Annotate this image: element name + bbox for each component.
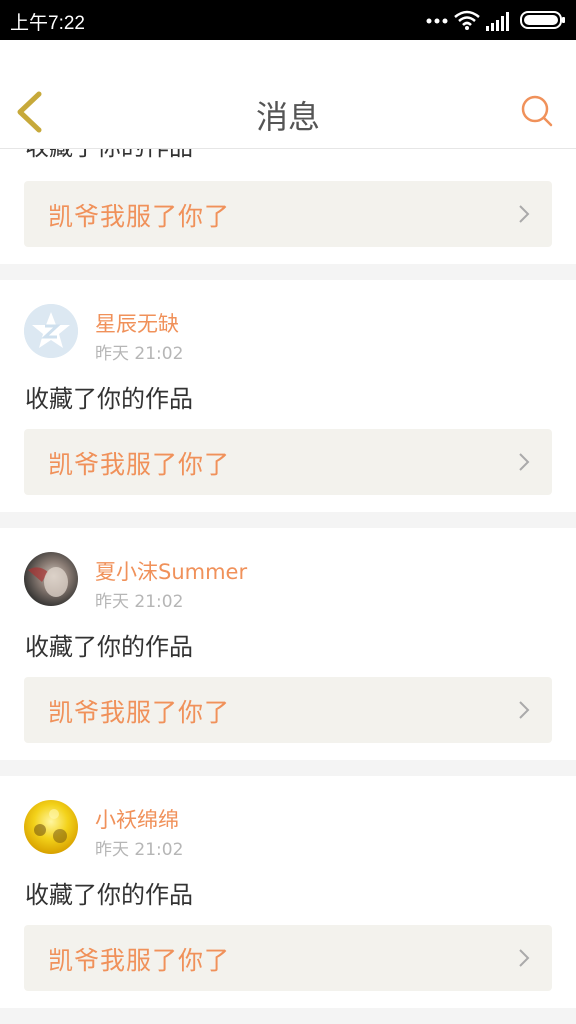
username[interactable]: 夏小沫Summer [95, 556, 247, 586]
work-title: 凯爷我服了你了 [48, 202, 231, 231]
timestamp: 昨天 21:02 [95, 592, 184, 612]
status-bar: 上午7:22 [0, 0, 576, 40]
battery-icon [520, 11, 565, 29]
work-link[interactable]: 凯爷我服了你了 [24, 677, 552, 743]
work-link[interactable]: 凯爷我服了你了 [24, 429, 552, 495]
chevron-right-icon [519, 453, 530, 471]
signal-icon [486, 12, 509, 31]
work-title: 凯爷我服了你了 [48, 698, 231, 727]
message-card: 小袄绵绵 昨天 21:02 收藏了你的作品 凯爷我服了你了 [0, 776, 576, 1008]
avatar[interactable] [24, 552, 78, 606]
sunflower-avatar-icon [34, 809, 67, 843]
username[interactable]: 星辰无缺 [95, 308, 179, 338]
chevron-right-icon [519, 701, 530, 719]
work-link[interactable]: 凯爷我服了你了 [24, 925, 552, 991]
avatar-photo-icon [28, 567, 68, 597]
work-title: 凯爷我服了你了 [48, 450, 231, 479]
message-action: 收藏了你的作品 [25, 881, 193, 909]
message-action: 收藏了你的作品 [25, 385, 193, 413]
timestamp: 昨天 21:02 [95, 344, 184, 364]
timestamp: 昨天 21:02 [95, 840, 184, 860]
work-link[interactable]: 凯爷我服了你了 [24, 181, 552, 247]
chevron-right-icon [519, 949, 530, 967]
default-avatar-icon [24, 304, 78, 358]
status-time: 上午7:22 [10, 13, 85, 34]
message-card-partial: 收藏了你的作品 凯爷我服了你了 [0, 148, 576, 264]
wifi-icon [454, 10, 480, 30]
message-card: 夏小沫Summer 昨天 21:02 收藏了你的作品 凯爷我服了你了 [0, 528, 576, 760]
more-dots-icon [426, 18, 448, 24]
message-action: 收藏了你的作品 [25, 148, 193, 162]
username[interactable]: 小袄绵绵 [95, 804, 179, 834]
work-title: 凯爷我服了你了 [48, 946, 231, 975]
avatar[interactable] [24, 304, 78, 358]
page-title: 消息 [255, 98, 320, 136]
nav-header: 消息 [0, 40, 576, 149]
message-list[interactable]: 收藏了你的作品 凯爷我服了你了 星辰无缺 昨天 21:02 收藏了你的作品 凯爷… [0, 148, 576, 1024]
avatar[interactable] [24, 800, 78, 854]
search-icon[interactable] [520, 94, 554, 128]
message-action: 收藏了你的作品 [25, 633, 193, 661]
chevron-right-icon [519, 205, 530, 223]
message-card: 星辰无缺 昨天 21:02 收藏了你的作品 凯爷我服了你了 [0, 280, 576, 512]
